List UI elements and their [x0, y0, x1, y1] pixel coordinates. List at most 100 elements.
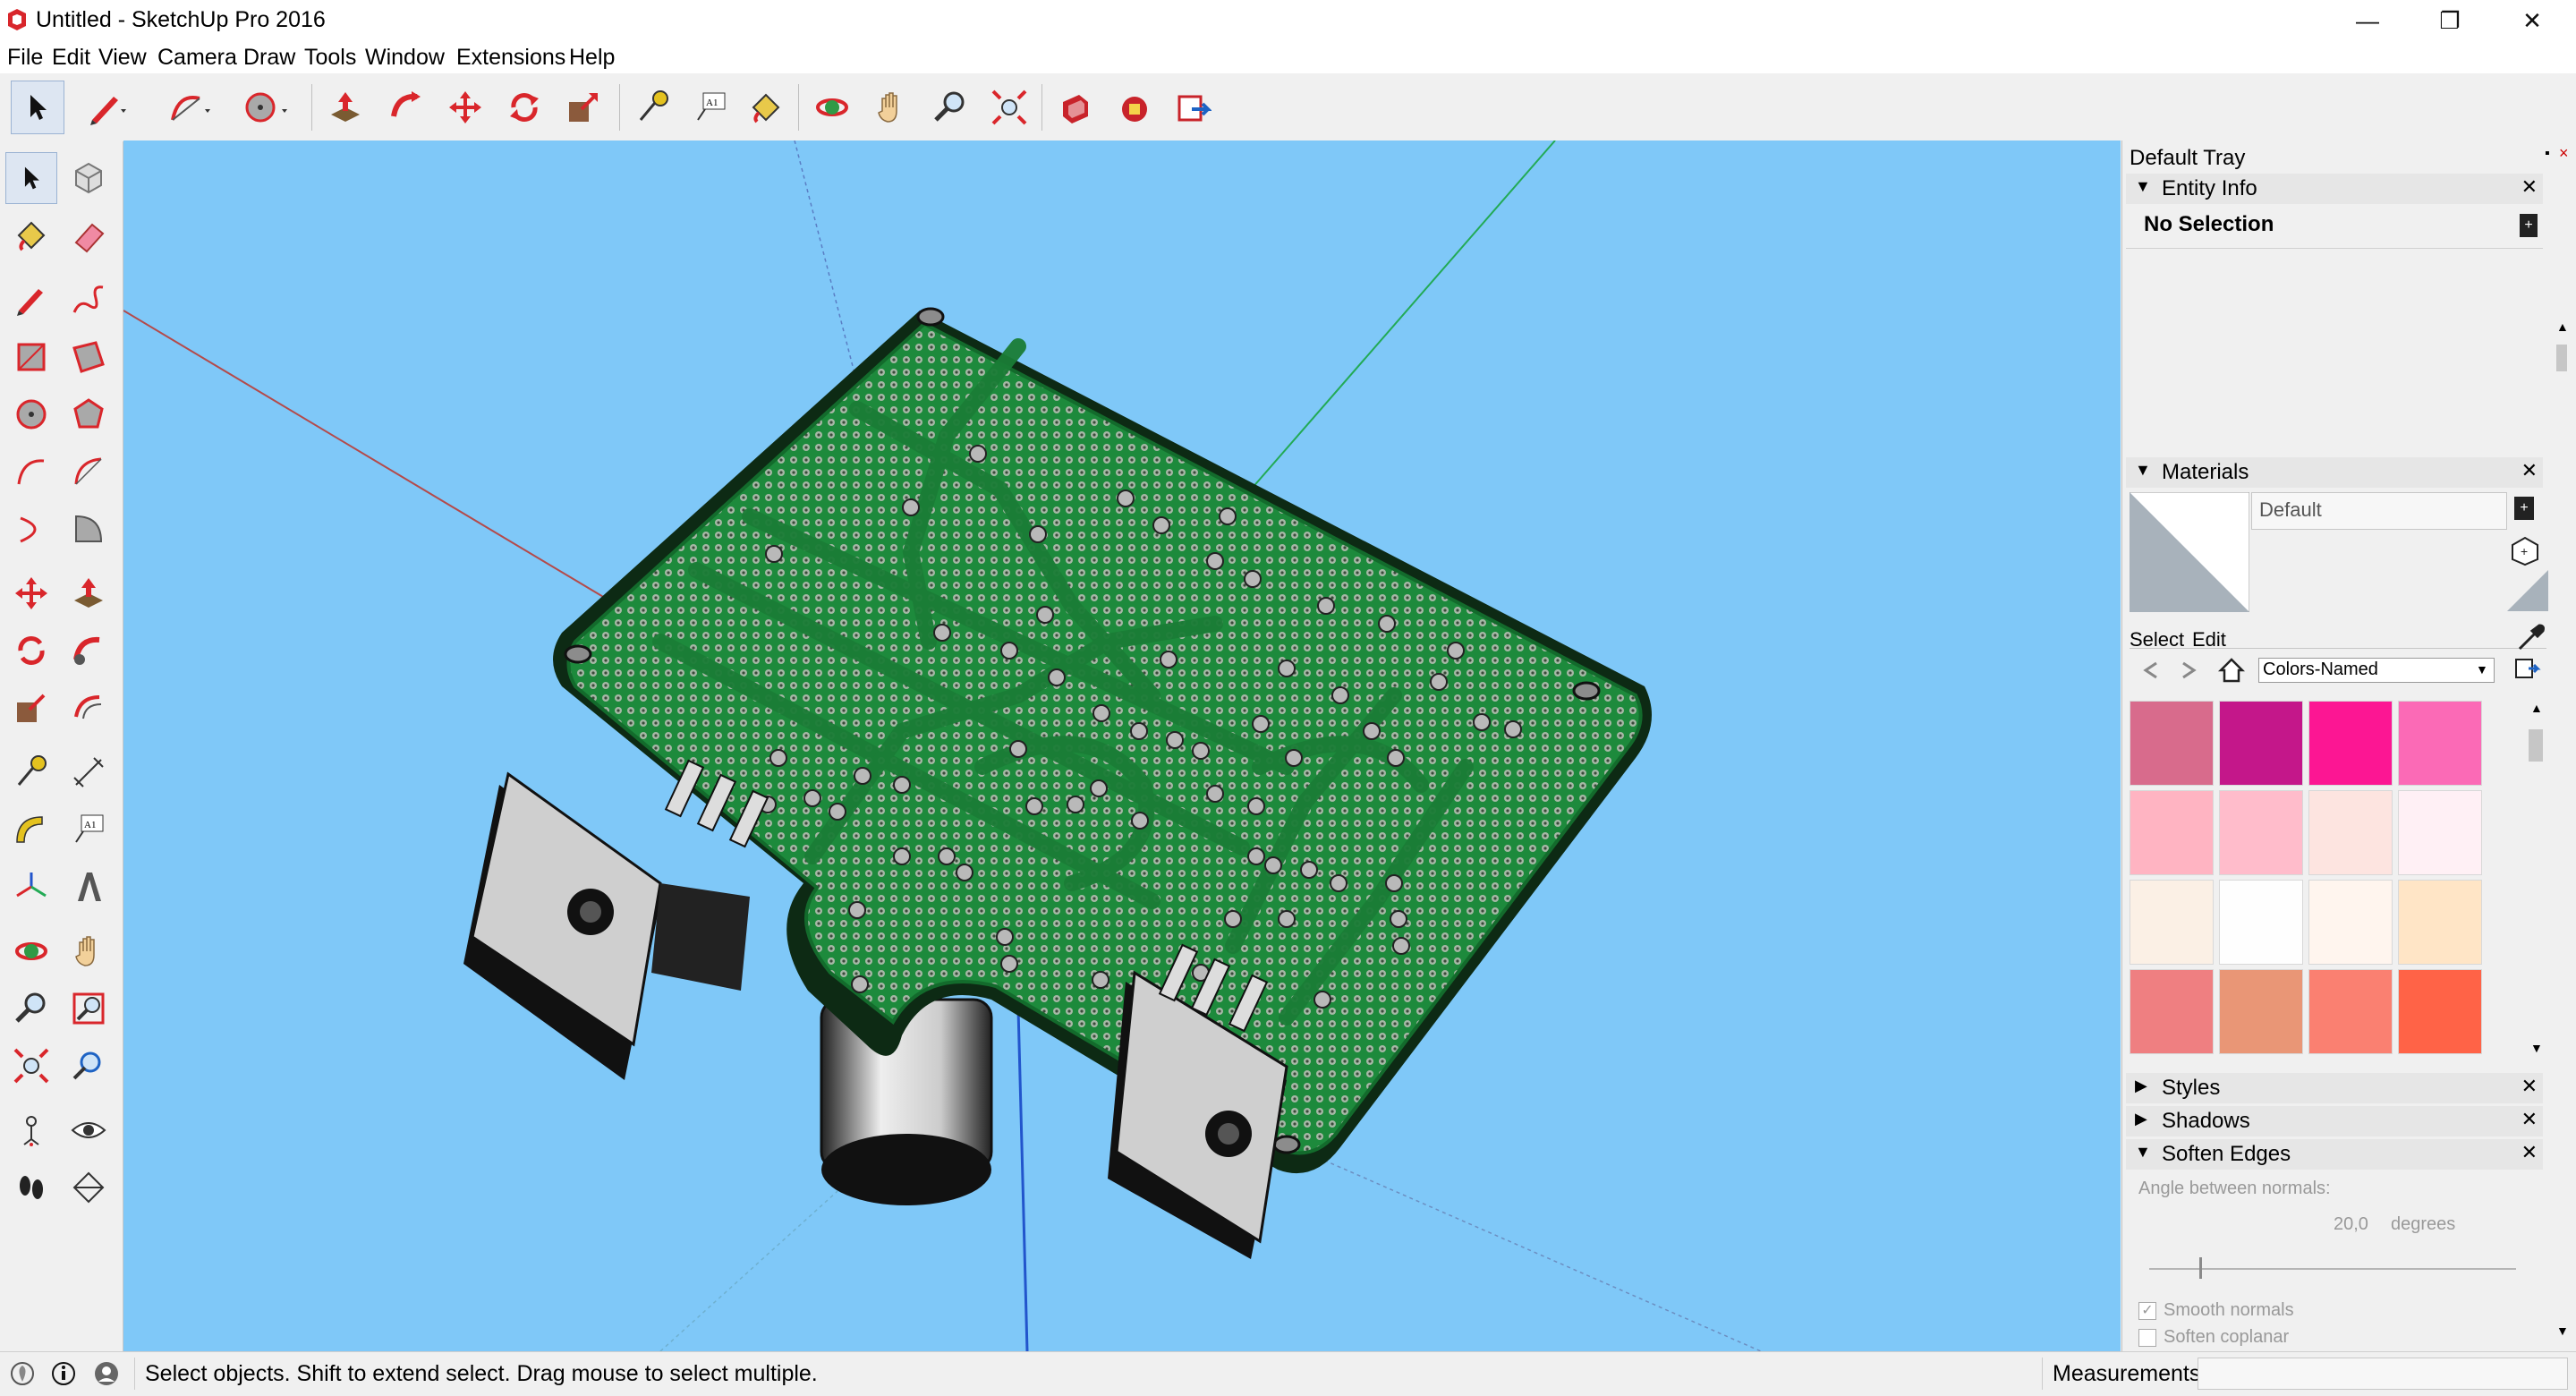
text-tool-button[interactable]: A1: [684, 81, 737, 134]
palette-3point-arc-button[interactable]: [5, 503, 57, 555]
styles-close-icon[interactable]: ✕: [2521, 1075, 2538, 1098]
materials-close-icon[interactable]: ✕: [2521, 459, 2538, 482]
material-swatch[interactable]: [2308, 969, 2393, 1054]
material-swatch[interactable]: [2398, 969, 2482, 1054]
palette-tape-measure-button[interactable]: [5, 746, 57, 798]
create-material-icon[interactable]: +: [2509, 534, 2541, 566]
menu-file[interactable]: File: [7, 45, 43, 71]
palette-polygon-button[interactable]: [63, 388, 115, 440]
measurements-input[interactable]: [2198, 1358, 2568, 1390]
soften-edges-close-icon[interactable]: ✕: [2521, 1141, 2538, 1164]
palette-offset-button[interactable]: [63, 682, 115, 734]
forward-arrow-icon[interactable]: [2178, 658, 2203, 683]
eyedropper-icon[interactable]: [2516, 622, 2546, 652]
material-swatch[interactable]: [2130, 969, 2214, 1054]
menu-view[interactable]: View: [98, 45, 147, 71]
palette-look-around-button[interactable]: [63, 1104, 115, 1156]
menu-draw[interactable]: Draw: [243, 45, 295, 71]
palette-zoom-window-button[interactable]: [63, 983, 115, 1034]
tray-scroll-thumb[interactable]: [2556, 345, 2567, 371]
arc-tool-button[interactable]: [163, 81, 217, 134]
menu-extensions[interactable]: Extensions: [456, 45, 565, 71]
palette-circle-button[interactable]: [5, 388, 57, 440]
shadows-close-icon[interactable]: ✕: [2521, 1108, 2538, 1131]
palette-eraser-button[interactable]: [63, 209, 115, 261]
palette-freehand-button[interactable]: [63, 274, 115, 326]
palette-rectangle-button[interactable]: [5, 331, 57, 383]
palette-make-component-button[interactable]: [63, 152, 115, 204]
palette-orbit-button[interactable]: [5, 925, 57, 977]
palette-zoom-extents-button[interactable]: [5, 1040, 57, 1092]
materials-header[interactable]: ▼ Materials ✕: [2126, 457, 2543, 488]
details-menu-icon[interactable]: [2512, 656, 2541, 683]
transistor-left-model[interactable]: [463, 759, 769, 1080]
tray-scrollbar[interactable]: ▲ ▼: [2554, 319, 2570, 1340]
tray-close-icon[interactable]: ×: [2559, 144, 2569, 163]
palette-line-button[interactable]: [5, 274, 57, 326]
credits-info-icon[interactable]: [50, 1360, 77, 1387]
material-swatch[interactable]: [2130, 880, 2214, 965]
select-tool-button[interactable]: [11, 81, 64, 134]
tray-pin-icon[interactable]: ▪: [2545, 146, 2550, 162]
entity-info-toggle-icon[interactable]: +: [2520, 214, 2538, 237]
palette-axes-button[interactable]: [5, 861, 57, 913]
tape-measure-tool-button[interactable]: [626, 81, 680, 134]
material-swatch[interactable]: [2130, 790, 2214, 875]
soften-edges-header[interactable]: ▼ Soften Edges ✕: [2126, 1139, 2543, 1170]
pencil-line-tool-button[interactable]: [81, 81, 134, 134]
menu-help[interactable]: Help: [569, 45, 615, 71]
user-account-icon[interactable]: [93, 1360, 120, 1387]
palette-follow-me-button[interactable]: [63, 625, 115, 677]
palette-walk-button[interactable]: [5, 1162, 57, 1213]
default-material-icon[interactable]: [2507, 570, 2548, 611]
send-to-layout-button[interactable]: [1167, 81, 1220, 134]
capacitor-model[interactable]: [820, 998, 993, 1205]
material-swatch[interactable]: [2398, 880, 2482, 965]
home-icon[interactable]: [2217, 656, 2246, 685]
swatch-scrollbar[interactable]: ▲ ▼: [2527, 701, 2545, 1059]
angle-slider-track[interactable]: [2149, 1268, 2516, 1270]
material-swatch[interactable]: [2219, 701, 2303, 786]
zoom-extents-tool-button[interactable]: [982, 81, 1036, 134]
palette-3d-text-button[interactable]: [63, 861, 115, 913]
palette-dimension-button[interactable]: [63, 746, 115, 798]
palette-pan-button[interactable]: [63, 925, 115, 977]
extension-warehouse-button[interactable]: [1108, 81, 1161, 134]
material-swatch[interactable]: [2219, 969, 2303, 1054]
palette-scale-button[interactable]: [5, 682, 57, 734]
palette-2point-arc-button[interactable]: [63, 446, 115, 498]
entity-info-close-icon[interactable]: ✕: [2521, 175, 2538, 199]
menu-tools[interactable]: Tools: [304, 45, 356, 71]
smooth-normals-checkbox[interactable]: ✓: [2138, 1302, 2156, 1320]
palette-move-button[interactable]: [5, 567, 57, 619]
material-swatch[interactable]: [2308, 701, 2393, 786]
material-name-field[interactable]: Default: [2251, 492, 2507, 530]
circle-tool-button[interactable]: [240, 81, 293, 134]
scroll-up-icon[interactable]: ▲: [2530, 701, 2543, 715]
palette-previous-view-button[interactable]: [63, 1040, 115, 1092]
palette-position-camera-button[interactable]: [5, 1104, 57, 1156]
palette-paint-bucket-button[interactable]: [5, 209, 57, 261]
rotate-tool-button[interactable]: [497, 81, 551, 134]
close-button[interactable]: ✕: [2491, 0, 2573, 41]
viewport-scene[interactable]: [123, 140, 2121, 1351]
minimize-button[interactable]: —: [2326, 0, 2409, 41]
back-arrow-icon[interactable]: [2137, 658, 2162, 683]
paint-bucket-tool-button[interactable]: [739, 81, 793, 134]
tab-edit[interactable]: Edit: [2192, 628, 2226, 651]
menu-edit[interactable]: Edit: [52, 45, 90, 71]
tab-select[interactable]: Select: [2130, 628, 2184, 651]
pcb-board-model[interactable]: [553, 307, 1652, 1174]
zoom-tool-button[interactable]: [923, 81, 977, 134]
orbit-tool-button[interactable]: [805, 81, 859, 134]
material-library-select[interactable]: Colors-Named ▼: [2258, 658, 2495, 683]
material-swatch[interactable]: [2308, 880, 2393, 965]
scroll-down-icon[interactable]: ▼: [2530, 1041, 2543, 1055]
scroll-up-icon[interactable]: ▲: [2556, 319, 2569, 334]
palette-arc-button[interactable]: [5, 446, 57, 498]
material-swatch[interactable]: [2219, 880, 2303, 965]
follow-me-tool-button[interactable]: [379, 81, 433, 134]
palette-pie-button[interactable]: [63, 503, 115, 555]
material-swatch[interactable]: [2308, 790, 2393, 875]
palette-select-button[interactable]: [5, 152, 57, 204]
